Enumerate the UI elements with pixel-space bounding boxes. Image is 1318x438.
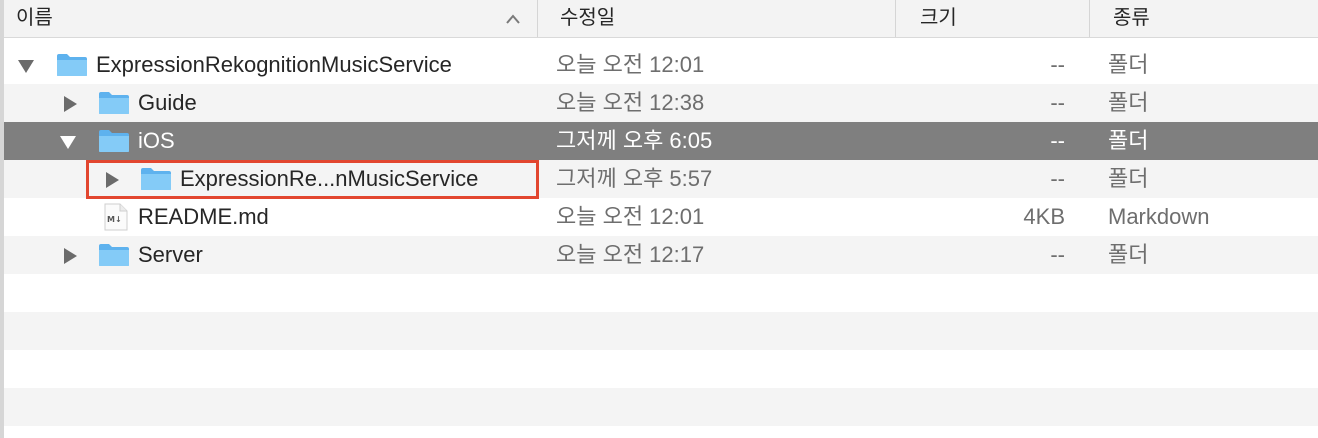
disclosure-collapsed-icon[interactable] — [62, 96, 78, 112]
disclosure-expanded-icon[interactable] — [60, 134, 76, 150]
item-name: Guide — [138, 90, 197, 115]
finder-list-view: 이름 수정일 크기 종류 ExpressionRekognitionMusicS… — [0, 0, 1318, 438]
empty-row — [4, 388, 1318, 426]
item-kind: 폴더 — [1108, 128, 1149, 153]
folder-icon — [57, 54, 87, 76]
disclosure-collapsed-icon[interactable] — [104, 172, 120, 188]
list-item[interactable]: ExpressionRekognitionMusicService 오늘 오전 … — [4, 46, 1318, 84]
item-date: 그저께 오후 6:05 — [556, 128, 713, 153]
folder-icon — [99, 244, 129, 266]
disclosure-collapsed-icon[interactable] — [62, 248, 78, 264]
column-header-date-label: 수정일 — [560, 7, 616, 29]
markdown-file-icon: M↓ — [104, 203, 128, 231]
chevron-up-icon — [506, 14, 520, 24]
item-kind: 폴더 — [1108, 166, 1149, 191]
markdown-file-icon-label: M↓ — [107, 215, 122, 224]
item-kind: 폴더 — [1108, 52, 1149, 77]
empty-row — [4, 274, 1318, 312]
item-kind: 폴더 — [1108, 90, 1149, 115]
column-header-size-label: 크기 — [920, 7, 957, 29]
item-date: 오늘 오전 12:38 — [556, 90, 705, 115]
item-name: ExpressionRekognitionMusicService — [96, 52, 452, 77]
list-item-selected[interactable]: iOS 그저께 오후 6:05 -- 폴더 — [4, 122, 1318, 160]
column-header-date[interactable]: 수정일 — [537, 0, 896, 37]
item-size: -- — [1050, 90, 1065, 115]
list-item[interactable]: M↓ README.md 오늘 오전 12:01 4KB Markdown — [4, 198, 1318, 236]
item-date: 오늘 오전 12:01 — [556, 204, 705, 229]
folder-icon — [99, 92, 129, 114]
item-name: Server — [138, 242, 203, 267]
list-item[interactable]: Guide 오늘 오전 12:38 -- 폴더 — [4, 84, 1318, 122]
item-size: -- — [1050, 242, 1065, 267]
item-size: -- — [1050, 52, 1065, 77]
file-list: ExpressionRekognitionMusicService 오늘 오전 … — [4, 46, 1318, 426]
column-header-name[interactable]: 이름 — [4, 0, 538, 37]
item-date: 오늘 오전 12:17 — [556, 242, 705, 267]
item-name: ExpressionRe...nMusicService — [180, 166, 479, 191]
column-header-kind[interactable]: 종류 — [1089, 0, 1318, 37]
item-size: -- — [1050, 128, 1065, 153]
column-header-name-label: 이름 — [16, 7, 53, 29]
column-header-kind-label: 종류 — [1113, 7, 1150, 29]
item-size: 4KB — [1023, 204, 1065, 229]
list-item[interactable]: Server 오늘 오전 12:17 -- 폴더 — [4, 236, 1318, 274]
column-header-size[interactable]: 크기 — [895, 0, 1090, 37]
item-name: README.md — [138, 204, 269, 229]
folder-icon — [141, 168, 171, 190]
column-header: 이름 수정일 크기 종류 — [4, 0, 1318, 38]
item-kind: Markdown — [1108, 204, 1210, 229]
item-date: 오늘 오전 12:01 — [556, 52, 705, 77]
item-size: -- — [1050, 166, 1065, 191]
item-kind: 폴더 — [1108, 242, 1149, 267]
empty-row — [4, 312, 1318, 350]
disclosure-expanded-icon[interactable] — [18, 58, 34, 74]
item-name: iOS — [138, 128, 175, 153]
folder-icon — [99, 130, 129, 152]
item-date: 그저께 오후 5:57 — [556, 166, 713, 191]
list-item[interactable]: ExpressionRe...nMusicService 그저께 오후 5:57… — [4, 160, 1318, 198]
empty-row — [4, 350, 1318, 388]
